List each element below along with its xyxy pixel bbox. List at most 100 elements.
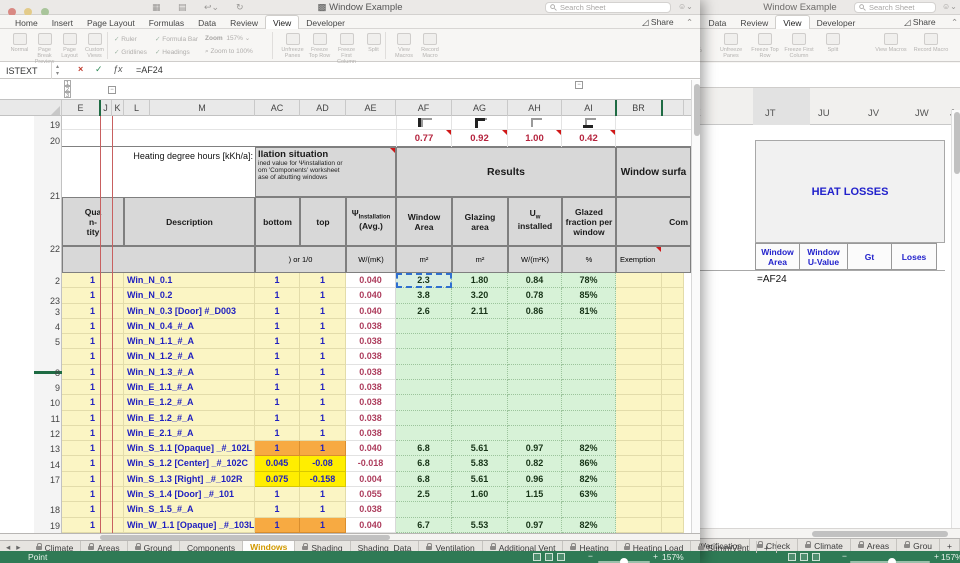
cell-quantity[interactable]: 1 [62, 472, 124, 487]
freeze-button-freeze-first-column[interactable]: Freeze First Column [334, 33, 359, 65]
cell-quantity[interactable]: 1 [62, 334, 124, 349]
column-header-K[interactable]: K [112, 100, 124, 116]
checkbox-gridlines[interactable]: ✓ Gridlines [114, 48, 147, 56]
cell-glazed-fraction[interactable] [562, 349, 616, 364]
grid-row-21[interactable]: Heating degree hours [kKh/a]: llation si… [62, 147, 691, 197]
cell-extra[interactable] [662, 365, 684, 380]
cell-description[interactable]: Win_S_1.3 [Right] _#_102R [124, 472, 255, 487]
cell-description[interactable]: Win_S_1.4 [Door] _#_101 [124, 487, 255, 502]
cell-uw-installed[interactable]: 0.96 [508, 472, 562, 487]
cell-description[interactable]: Win_N_0.3 [Door] #_D003 [124, 304, 255, 319]
cell-psi-installation[interactable]: 0.040 [346, 273, 396, 288]
emoji-icon[interactable]: ☺⌄ [678, 2, 693, 11]
cell-description[interactable]: Win_E_1.1_#_A [124, 380, 255, 395]
front-sheet-tab-summvent[interactable]: SummVent [691, 541, 757, 553]
cell-glazing-area[interactable]: 2.11 [452, 304, 508, 319]
cell-bottom[interactable]: 1 [255, 349, 300, 364]
column-outline-levels[interactable]: 123 [64, 80, 71, 98]
cell-quantity[interactable]: 1 [62, 487, 124, 502]
cell-bottom[interactable]: 0.045 [255, 456, 300, 471]
cell-bottom[interactable]: 1 [255, 380, 300, 395]
cell-window-area[interactable]: 2.6 [396, 304, 452, 319]
cell-glazing-area[interactable] [452, 349, 508, 364]
back-freeze-button-freeze-top-row[interactable]: Freeze Top Row [749, 33, 781, 59]
psi-factor-cell[interactable]: 0.92 [452, 130, 508, 147]
select-all-corner[interactable] [34, 100, 62, 116]
cell-glazing-area[interactable]: 5.83 [452, 456, 508, 471]
row-header-17[interactable]: 17 [34, 475, 60, 485]
cell-description[interactable]: Win_E_2.1_#_A [124, 426, 255, 441]
cell-psi-installation[interactable]: -0.018 [346, 456, 396, 471]
column-header-AD[interactable]: AD [300, 100, 346, 116]
emoji-icon[interactable]: ☺⌄ [942, 2, 957, 11]
ribbon-tab-page-layout[interactable]: Page Layout [80, 16, 142, 29]
row-header-20[interactable]: 20 [34, 136, 60, 146]
cell-exemption[interactable] [616, 411, 662, 426]
ribbon-tab-data[interactable]: Data [191, 16, 223, 29]
cell-exemption[interactable] [616, 304, 662, 319]
cell-uw-installed[interactable] [508, 426, 562, 441]
back-view-switcher[interactable] [788, 552, 824, 562]
back-column-header-JV[interactable]: JV [868, 108, 879, 119]
row-header-column[interactable]: 19202122232345891011121314171819 [34, 116, 62, 533]
cell-exemption[interactable] [616, 288, 662, 303]
back-sheet-tab-areas[interactable]: Areas [851, 539, 897, 551]
psi-factor-cell[interactable]: 1.00 [508, 130, 562, 147]
cell-psi-installation[interactable]: 0.055 [346, 487, 396, 502]
row-header-22[interactable]: 22 [34, 244, 60, 254]
cell-description[interactable]: Win_N_1.2_#_A [124, 349, 255, 364]
cell-quantity[interactable]: 1 [62, 456, 124, 471]
data-rows[interactable]: 1Win_N_0.1110.0402.31.800.8478%1Win_N_0.… [62, 273, 691, 533]
cell-bottom[interactable]: 1 [255, 288, 300, 303]
name-box-stepper[interactable]: ▴▾ [56, 64, 59, 78]
cell-glazing-area[interactable]: 5.61 [452, 441, 508, 456]
back-active-cell-formula[interactable]: =AF24 [757, 274, 787, 285]
ribbon-tab-formulas[interactable]: Formulas [142, 16, 191, 29]
cell-top[interactable]: 1 [300, 273, 346, 288]
row-header-13[interactable]: 13 [34, 444, 60, 454]
cell-exemption[interactable] [616, 487, 662, 502]
cell-psi-installation[interactable]: 0.040 [346, 441, 396, 456]
cell-psi-installation[interactable]: 0.038 [346, 319, 396, 334]
ribbon-collapse-icon[interactable]: ⌃ [951, 17, 958, 28]
cell-psi-installation[interactable]: 0.004 [346, 472, 396, 487]
cell-exemption[interactable] [616, 319, 662, 334]
cell-exemption[interactable] [616, 380, 662, 395]
cell-exemption[interactable] [616, 441, 662, 456]
row-header-18[interactable]: 18 [34, 505, 60, 515]
cell-bottom[interactable]: 1 [255, 411, 300, 426]
cell-glazed-fraction[interactable]: 82% [562, 472, 616, 487]
cell-glazing-area[interactable]: 5.53 [452, 518, 508, 533]
row-header-21[interactable]: 21 [34, 191, 60, 201]
cell-glazed-fraction[interactable] [562, 502, 616, 517]
cell-uw-installed[interactable]: 0.82 [508, 456, 562, 471]
cell-extra[interactable] [662, 411, 684, 426]
cell-glazed-fraction[interactable] [562, 380, 616, 395]
cell-window-area[interactable]: 6.8 [396, 441, 452, 456]
view-button-page-break-preview[interactable]: Page Break Preview [33, 33, 56, 65]
cell-exemption[interactable] [616, 273, 662, 288]
front-share-button[interactable]: ◿ Share [642, 17, 674, 28]
cell-top[interactable]: -0.158 [300, 472, 346, 487]
cell-quantity[interactable]: 1 [62, 365, 124, 380]
cell-description[interactable]: Win_N_1.3_#_A [124, 365, 255, 380]
cell-glazed-fraction[interactable]: 85% [562, 288, 616, 303]
cell-glazing-area[interactable] [452, 365, 508, 380]
cell-extra[interactable] [662, 334, 684, 349]
cell-quantity[interactable]: 1 [62, 273, 124, 288]
cell-quantity[interactable]: 1 [62, 441, 124, 456]
front-zoom-percent[interactable]: 157% [662, 552, 684, 562]
back-ribbon-tab-review[interactable]: Review [733, 16, 775, 29]
cell-glazing-area[interactable]: 1.60 [452, 487, 508, 502]
grid-row-23[interactable]: ) or 1/0 W/(mK) m² m² W/(m²K) % Exemptio… [62, 246, 691, 273]
cell-exemption[interactable] [616, 426, 662, 441]
cell-description[interactable]: Win_S_1.5_#_A [124, 502, 255, 517]
cell-extra[interactable] [662, 487, 684, 502]
cell-glazing-area[interactable] [452, 380, 508, 395]
cell-window-area[interactable]: 6.8 [396, 456, 452, 471]
checkbox-headings[interactable]: ✓ Headings [155, 48, 190, 56]
cell-uw-installed[interactable]: 0.78 [508, 288, 562, 303]
cell-description[interactable]: Win_E_1.2_#_A [124, 395, 255, 410]
row-header-2[interactable]: 2 [34, 276, 60, 286]
cell-window-area[interactable] [396, 365, 452, 380]
